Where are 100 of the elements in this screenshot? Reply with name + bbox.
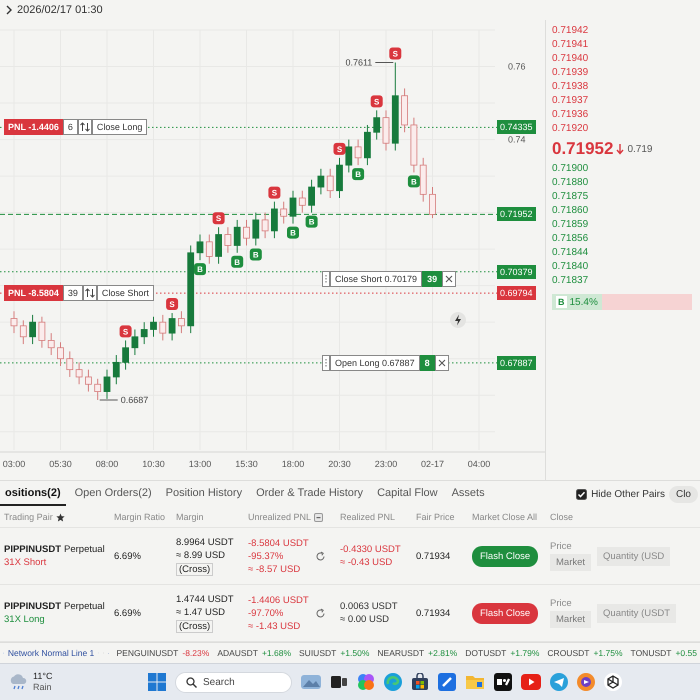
knot-icon[interactable] [604, 673, 622, 691]
network-status[interactable]: Network Normal Line 1 [8, 648, 94, 658]
tab[interactable]: Position History [160, 482, 248, 506]
ticker-symbol[interactable]: PENGUINUSDT [116, 648, 178, 658]
trade-marker: S [370, 95, 383, 108]
flash-close-button[interactable]: Flash Close [472, 602, 538, 624]
reverse-icon[interactable] [78, 119, 92, 136]
reverse-icon[interactable] [82, 285, 97, 302]
close-icon[interactable] [434, 354, 449, 371]
candle [373, 110, 380, 140]
circular-arrow-icon[interactable] [314, 550, 326, 562]
tab[interactable]: ositions(2) [0, 482, 66, 506]
drag-handle-icon[interactable] [322, 354, 330, 371]
buy-ratio-value: 15.4% [570, 296, 598, 308]
tab[interactable]: Capital Flow [372, 482, 443, 506]
tab[interactable]: Assets [446, 482, 490, 506]
trade-marker: B [250, 248, 262, 260]
margin-value: ≈ 1.47 USD [176, 606, 226, 618]
paper-plane-icon[interactable] [550, 673, 568, 691]
ticker-symbol[interactable]: TONUSDT [630, 648, 672, 658]
margin-value: ≈ 8.99 USD [176, 550, 226, 560]
candle [336, 157, 343, 198]
trade-marker: S [120, 325, 132, 338]
unrealized-pnl-value: -1.4406 USDT [248, 594, 309, 606]
price-label: Price [550, 598, 572, 609]
cloud-rain-icon[interactable] [8, 673, 28, 691]
trade-marker: S [268, 186, 280, 199]
candle [215, 226, 222, 264]
margin-ratio: 6.69% [114, 550, 141, 562]
candle [94, 378, 102, 400]
margin-value: 8.9964 USDT [176, 536, 234, 548]
leverage-side: 31X Long [4, 614, 45, 625]
high-price-label: 0.7611 [345, 58, 372, 68]
time-axis-label: 10:30 [142, 459, 165, 469]
ticker-symbol[interactable]: ADAUSDT [217, 648, 258, 658]
time-axis-label: 03:00 [2, 459, 26, 469]
column-header: Unrealized PNL [248, 512, 312, 522]
close-button[interactable]: Clo [668, 486, 698, 502]
margin-value: 1.4744 USDT [176, 594, 234, 604]
time-axis-label: 02-17 [420, 459, 444, 469]
ticker-change: +2.81% [428, 648, 458, 658]
ticker-symbol[interactable]: DOTUSDT [465, 648, 506, 658]
circular-arrow-icon[interactable] [314, 608, 326, 618]
start-icon[interactable] [148, 673, 166, 691]
unrealized-pnl-value: -8.5804 USDT [248, 538, 309, 548]
price-tag: 0.67887 [497, 356, 536, 370]
price-tag: 0.69794 [497, 286, 536, 300]
ask-price: 0.71939 [552, 66, 588, 80]
pair-symbol[interactable]: PIPPINUSDT [4, 601, 62, 612]
order-quantity: 39 [422, 271, 442, 288]
chevron-right-icon[interactable] [6, 5, 12, 15]
app-tile-icon[interactable] [438, 673, 456, 691]
star-icon[interactable] [56, 512, 65, 522]
tab[interactable]: Open Orders(2) [70, 482, 157, 506]
lightning-icon[interactable] [450, 312, 466, 328]
time-axis-label: 23:00 [374, 459, 398, 469]
candle [20, 320, 27, 345]
realized-pnl-value: 0.0063 USDT [340, 601, 398, 612]
flash-close-button[interactable]: Flash Close [472, 546, 538, 566]
bid-price: 0.71844 [552, 246, 588, 260]
photo-app-icon[interactable] [301, 673, 321, 691]
price-field[interactable]: Market [550, 554, 592, 571]
candle [168, 312, 176, 341]
leverage-side: 31X Short [4, 557, 46, 568]
task-view-icon[interactable] [330, 673, 348, 691]
search-field[interactable]: Search [175, 672, 292, 692]
candle [66, 350, 74, 378]
ticker-change: -8.23% [182, 648, 210, 658]
folder-icon[interactable] [465, 673, 485, 691]
pair-symbol[interactable]: PIPPINUSDT [4, 544, 62, 555]
candle [10, 310, 18, 334]
unrealized-pnl-value: -95.37% [248, 550, 284, 562]
ticker-symbol[interactable]: NEARUSDT [377, 648, 424, 658]
close-position-button[interactable]: Close Long [92, 119, 148, 136]
time-axis-label: 20:30 [328, 459, 351, 469]
shopping-bag-icon[interactable] [411, 673, 429, 691]
close-icon[interactable] [442, 271, 456, 288]
trade-marker: B [408, 175, 420, 188]
close-position-button[interactable]: Close Short [96, 285, 154, 302]
checkbox[interactable] [576, 488, 588, 500]
play-icon[interactable] [521, 674, 541, 690]
globe-icon[interactable] [577, 673, 595, 691]
margin-mode: (Cross) [176, 620, 214, 632]
candle [410, 117, 418, 173]
ticker-change: +1.68% [262, 648, 292, 658]
square-icon[interactable] [314, 512, 324, 522]
fair-price: 0.71934 [416, 608, 450, 618]
ticker-symbol[interactable]: CROUSDT [547, 648, 590, 658]
ticker-symbol[interactable]: SUIUSDT [299, 648, 336, 658]
petal-icon[interactable] [357, 673, 375, 691]
bid-price: 0.71860 [552, 204, 588, 218]
trade-marker: S [334, 142, 346, 155]
candle [85, 369, 92, 392]
dark-tile-icon[interactable] [494, 673, 512, 691]
time-axis-label: 13:00 [188, 459, 212, 469]
drag-handle-icon[interactable] [322, 271, 330, 288]
candle [224, 226, 232, 254]
price-field[interactable]: Market [550, 611, 592, 628]
candle [429, 186, 436, 219]
tab[interactable]: Order & Trade History [251, 482, 368, 506]
